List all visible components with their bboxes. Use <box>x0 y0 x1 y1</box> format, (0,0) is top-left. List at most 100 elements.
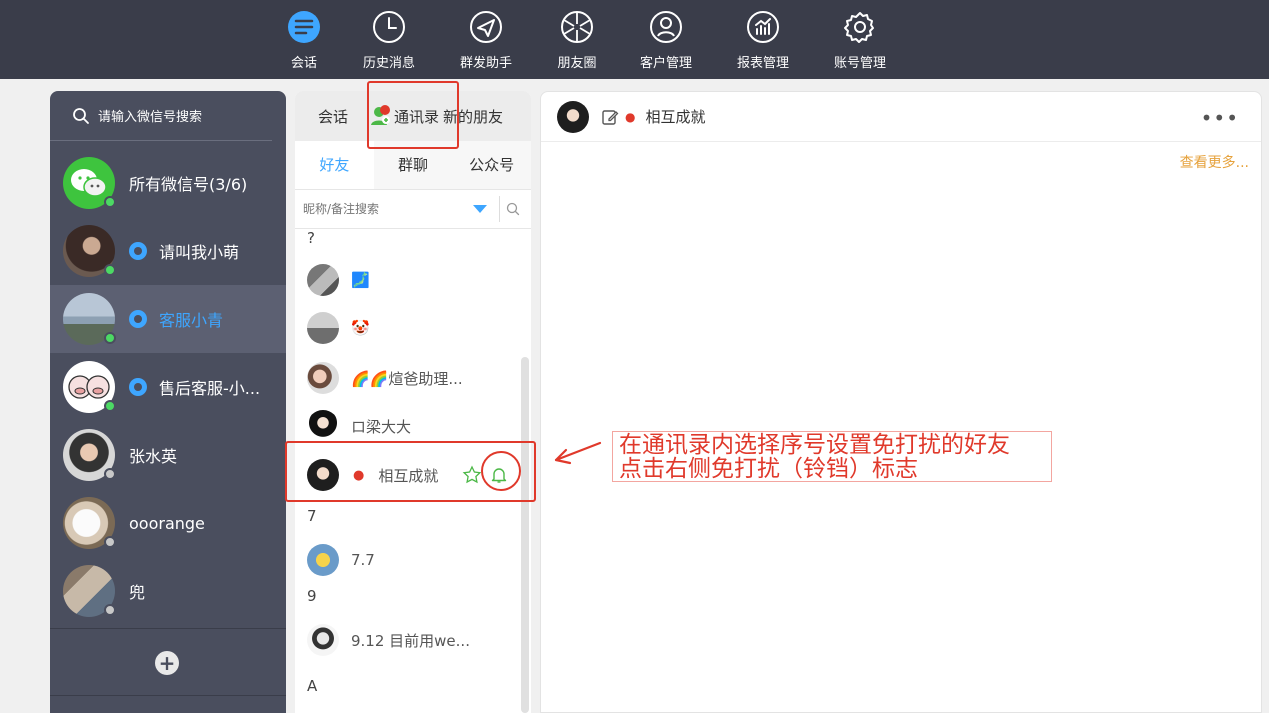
contact-name: ロ梁大大 <box>351 417 412 436</box>
tab-friends[interactable]: 好友 <box>295 141 374 189</box>
account-item-selected[interactable]: 客服小青 <box>50 285 286 353</box>
nav-item-chat[interactable]: 会话 <box>264 0 344 79</box>
avatar <box>307 312 339 344</box>
account-name: 兜 <box>129 583 146 602</box>
avatar <box>63 361 116 413</box>
avatar <box>63 225 116 277</box>
wechat-icon <box>71 169 107 197</box>
account-item[interactable]: 请叫我小萌 <box>50 217 286 285</box>
annotation-line: 点击右侧免打扰（铃铛）标志 <box>619 456 918 482</box>
account-item[interactable]: 张水英 <box>50 421 286 489</box>
contact-name: 🌈🌈煊爸助理... <box>351 369 463 388</box>
chevron-down-icon[interactable] <box>473 205 487 213</box>
nav-item-broadcast[interactable]: 群发助手 <box>446 0 526 79</box>
avatar <box>63 497 116 549</box>
sync-status-icon <box>129 242 147 260</box>
contact-name: 9.12 目前用we... <box>351 631 470 650</box>
chart-icon <box>744 8 782 46</box>
account-item[interactable]: 售后客服-小... <box>50 353 286 421</box>
paper-plane-icon <box>467 8 505 46</box>
nav-label: 账号管理 <box>833 56 886 71</box>
nav-item-accounts[interactable]: 账号管理 <box>820 0 900 79</box>
divider <box>50 695 286 696</box>
account-search[interactable]: 请输入微信号搜索 <box>50 91 272 141</box>
divider <box>50 628 286 629</box>
see-more-link[interactable]: 查看更多... <box>1180 152 1249 172</box>
section-letter: A <box>307 677 318 695</box>
account-panel: 请输入微信号搜索 所有微信号(3/6) 请叫我小萌 客服小青 售后客服-小...… <box>50 91 286 713</box>
account-name: 售后客服-小... <box>159 379 261 398</box>
section-letter: 7 <box>307 507 317 525</box>
search-icon <box>73 107 89 124</box>
nav-item-moments[interactable]: 朋友圈 <box>537 0 617 79</box>
nav-label: 朋友圈 <box>557 56 597 71</box>
online-status-dot <box>104 196 116 208</box>
scrollbar[interactable] <box>521 357 529 713</box>
contact-item[interactable]: 7.7 <box>295 535 521 585</box>
nav-label: 报表管理 <box>736 56 789 71</box>
contact-item[interactable]: 🌈🌈煊爸助理... <box>295 353 521 403</box>
avatar <box>63 565 116 617</box>
avatar <box>63 429 116 481</box>
contact-item[interactable]: 🗾 <box>295 255 521 305</box>
contact-name: 🤡 <box>351 319 370 337</box>
tab-official-accounts[interactable]: 公众号 <box>452 141 531 189</box>
tab-chats[interactable]: 会话 <box>318 106 348 127</box>
contacts-search-bar <box>295 189 531 229</box>
nav-item-history[interactable]: 历史消息 <box>349 0 429 79</box>
contact-item[interactable]: 9.12 目前用we... <box>295 615 521 665</box>
nav-item-reports[interactable]: 报表管理 <box>723 0 803 79</box>
chat-header: ● 相互成就 ••• <box>541 92 1261 142</box>
avatar <box>307 264 339 296</box>
account-name: 所有微信号(3/6) <box>129 175 248 194</box>
account-name: 客服小青 <box>159 311 224 330</box>
section-letter: 9 <box>307 587 317 605</box>
avatar <box>307 544 339 576</box>
nav-label: 群发助手 <box>459 56 512 71</box>
account-item[interactable]: 兜 <box>50 557 286 625</box>
contacts-search-input[interactable] <box>303 202 463 216</box>
contacts-panel: 会话 通讯录 新的朋友 好友 群聊 公众号 ? 🗾 🤡 🌈🌈煊爸助理... <box>295 91 531 713</box>
offline-status-dot <box>104 604 116 616</box>
gear-icon <box>841 8 879 46</box>
search-icon[interactable] <box>506 202 520 216</box>
nav-item-customers[interactable]: 客户管理 <box>626 0 706 79</box>
aperture-icon <box>558 8 596 46</box>
account-item[interactable]: ooorange <box>50 489 286 557</box>
highlight-box-contacts-tab <box>367 81 459 149</box>
contact-item[interactable]: 🤡 <box>295 303 521 353</box>
annotation-text: 在通讯录内选择序号设置免打扰的好友 点击右侧免打扰（铃铛）标志 <box>612 431 1052 482</box>
section-letter: ? <box>307 229 315 247</box>
account-name: 请叫我小萌 <box>159 243 240 262</box>
chat-panel: ● 相互成就 ••• 查看更多... <box>540 91 1262 713</box>
clock-icon <box>370 8 408 46</box>
contact-name: 7.7 <box>351 551 375 569</box>
account-name: 张水英 <box>129 447 178 466</box>
nav-label: 会话 <box>290 56 317 71</box>
top-nav-bar: 会话 历史消息 群发助手 朋友圈 客户管理 报表管理 账号管理 <box>0 0 1269 79</box>
offline-status-dot <box>104 536 116 548</box>
pin-icon: ● <box>625 109 636 124</box>
edit-icon[interactable] <box>601 108 619 126</box>
contact-name: 🗾 <box>351 271 370 289</box>
annotation-line: 在通讯录内选择序号设置免打扰的好友 <box>619 432 1010 458</box>
more-options-button[interactable]: ••• <box>1201 106 1239 130</box>
nav-label: 历史消息 <box>362 56 415 71</box>
sync-status-icon <box>129 310 147 328</box>
highlight-circle-bell <box>481 451 521 491</box>
chat-title: 相互成就 <box>645 108 706 126</box>
online-status-dot <box>104 264 116 276</box>
offline-status-dot <box>104 468 116 480</box>
divider <box>499 196 500 222</box>
avatar <box>557 100 589 133</box>
avatar <box>307 410 339 442</box>
add-account-button[interactable]: + <box>155 651 179 675</box>
sync-status-icon <box>129 378 147 396</box>
avatar <box>307 362 339 394</box>
avatar <box>307 624 339 656</box>
avatar <box>63 293 116 345</box>
account-item-all[interactable]: 所有微信号(3/6) <box>50 149 286 217</box>
person-icon <box>647 8 685 46</box>
chat-bubble-icon <box>285 8 323 46</box>
online-status-dot <box>104 332 116 344</box>
